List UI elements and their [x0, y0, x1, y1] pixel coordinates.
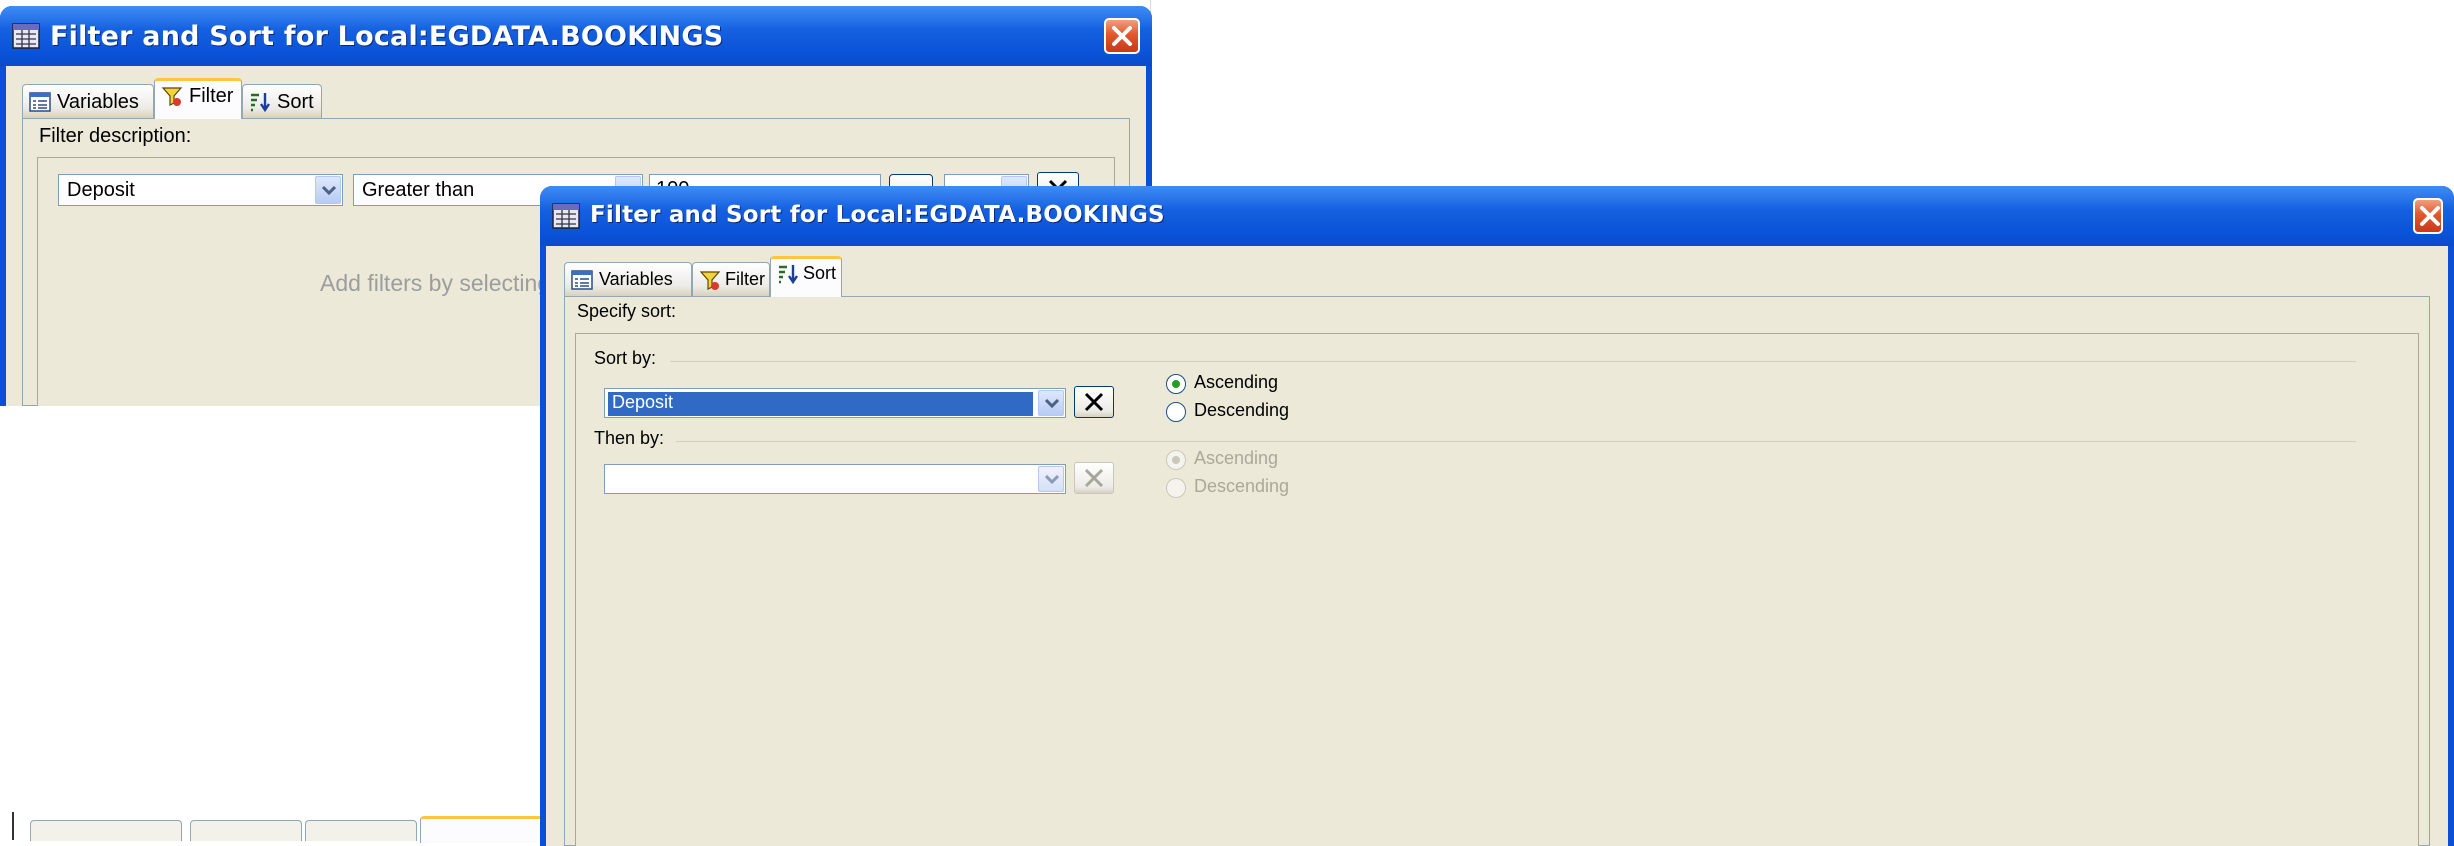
then-by-combo-dropdown[interactable] — [1038, 466, 1064, 492]
tab-sort[interactable]: Sort — [770, 256, 842, 297]
radio-circle — [1166, 374, 1186, 394]
tab-sort-label: Sort — [277, 91, 314, 113]
sort-by-combo[interactable]: Deposit — [604, 388, 1066, 418]
close-icon — [1112, 26, 1132, 46]
tab-variables-label: Variables — [599, 269, 673, 289]
app-icon — [552, 203, 580, 229]
sort-dialog-title: Filter and Sort for Local:EGDATA.BOOKING… — [590, 202, 1165, 228]
tab-sort[interactable]: Sort — [242, 84, 322, 118]
sort-dialog-titlebar: Filter and Sort for Local:EGDATA.BOOKING… — [540, 186, 2454, 246]
then-by-ascending-label: Ascending — [1194, 448, 1279, 468]
then-by-combo[interactable] — [604, 464, 1066, 494]
remove-sort-by-button[interactable] — [1074, 386, 1114, 418]
app-icon — [12, 23, 40, 49]
chevron-down-icon — [1045, 399, 1059, 409]
variable-combo-value: Deposit — [67, 179, 135, 201]
filter-description-label: Filter description: — [39, 125, 192, 147]
specify-sort-label: Specify sort: — [577, 301, 677, 321]
close-button[interactable] — [2413, 198, 2443, 234]
radio-circle — [1166, 402, 1186, 422]
tab-variables[interactable]: Variables — [22, 84, 154, 118]
sort-by-label: Sort by: — [594, 348, 657, 368]
background-tabstrip-fragment — [30, 812, 572, 843]
sort-panel: Specify sort: Sort by: Deposit Ascending… — [564, 296, 2430, 846]
list-icon — [571, 270, 593, 290]
radio-circle — [1166, 478, 1186, 498]
funnel-icon — [699, 271, 721, 290]
sort-by-divider — [670, 361, 2356, 362]
tab-filter-label: Filter — [725, 269, 765, 289]
tab-variables[interactable]: Variables — [564, 262, 692, 296]
then-by-divider — [676, 441, 2356, 442]
tab-filter[interactable]: Filter — [692, 262, 770, 296]
tab-filter-label: Filter — [189, 85, 234, 107]
background-vertical-rule — [12, 812, 14, 840]
tab-filter[interactable]: Filter — [154, 78, 242, 119]
variable-combo-dropdown[interactable] — [315, 176, 341, 204]
radio-selected-dot — [1172, 456, 1180, 464]
variable-combo[interactable]: Deposit — [58, 174, 343, 206]
operator-combo-value: Greater than — [362, 179, 475, 201]
background-table-fragment — [1150, 0, 1181, 190]
filter-dialog-title: Filter and Sort for Local:EGDATA.BOOKING… — [50, 21, 724, 52]
chevron-down-icon — [322, 186, 336, 196]
close-icon — [2420, 206, 2440, 226]
sort-icon — [251, 93, 270, 113]
funnel-icon — [161, 87, 183, 106]
tab-sort-label: Sort — [803, 263, 837, 283]
chevron-down-icon — [1045, 475, 1059, 485]
sort-specification-area: Sort by: Deposit Ascending Descending Th… — [575, 333, 2419, 846]
radio-selected-dot — [1172, 380, 1180, 388]
sort-by-ascending-label: Ascending — [1194, 372, 1279, 392]
close-button[interactable] — [1104, 18, 1140, 54]
close-icon — [1084, 468, 1104, 488]
list-icon — [29, 92, 51, 112]
sort-by-combo-value: Deposit — [608, 392, 1033, 416]
filter-dialog-titlebar: Filter and Sort for Local:EGDATA.BOOKING… — [0, 6, 1152, 66]
sort-by-descending-label: Descending — [1194, 400, 1290, 420]
then-by-descending-label: Descending — [1194, 476, 1290, 496]
tab-variables-label: Variables — [57, 91, 139, 113]
remove-then-by-button[interactable] — [1074, 462, 1114, 494]
sort-icon — [779, 265, 798, 285]
sort-dialog-client: Variables Filter Sort Specify sort: Sort… — [546, 246, 2448, 846]
sort-by-combo-dropdown[interactable] — [1038, 390, 1064, 416]
close-icon — [1084, 392, 1104, 412]
radio-circle — [1166, 450, 1186, 470]
sort-dialog: Filter and Sort for Local:EGDATA.BOOKING… — [540, 186, 2454, 846]
then-by-label: Then by: — [594, 428, 665, 448]
